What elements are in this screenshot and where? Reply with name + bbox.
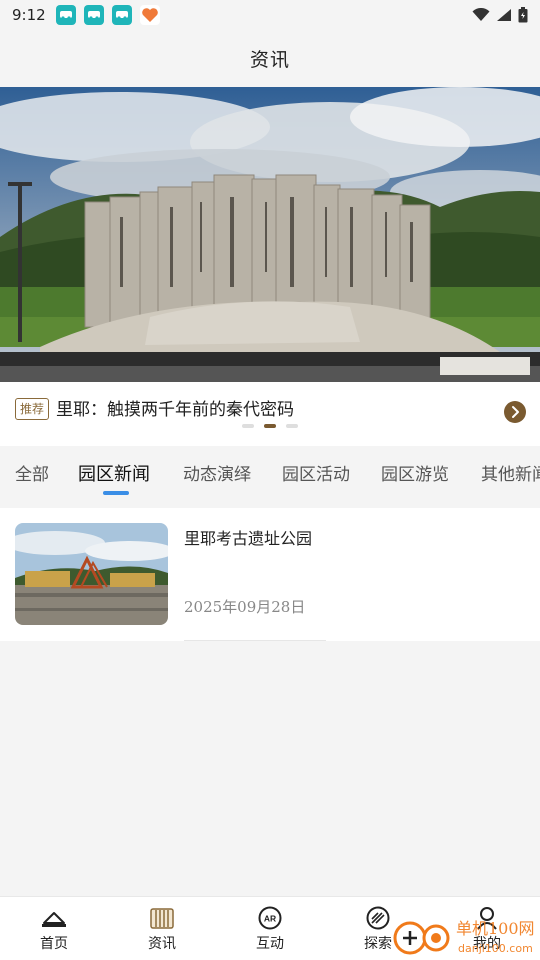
system-status-icons (472, 7, 528, 23)
recommend-row[interactable]: 推荐 里耶：触摸两千年前的秦代密码 (0, 382, 540, 446)
svg-text:AR: AR (264, 914, 276, 924)
profile-icon (477, 907, 497, 930)
tab-park-news[interactable]: 园区新闻 (78, 460, 150, 486)
tab-dynamic-show[interactable]: 动态演绎 (183, 460, 251, 485)
home-icon (42, 912, 66, 927)
nav-news[interactable]: 资讯 (122, 905, 202, 953)
carousel-dot[interactable] (242, 424, 254, 428)
tab-all[interactable]: 全部 (15, 460, 49, 485)
carousel-dots (0, 424, 540, 428)
recommend-title[interactable]: 里耶：触摸两千年前的秦代密码 (56, 395, 294, 420)
news-date: 2025年09月28日 (184, 598, 306, 616)
nav-explore-label: 探索 (364, 936, 392, 952)
tab-park-events[interactable]: 园区活动 (282, 460, 350, 485)
bottom-nav: 首页 资讯 AR 互动 探索 我的 (0, 896, 540, 960)
nav-explore[interactable]: 探索 (338, 905, 418, 953)
header: 资讯 (0, 30, 540, 86)
active-tab-indicator (103, 491, 129, 495)
explore-icon (366, 906, 390, 930)
nav-home-label: 首页 (40, 936, 68, 952)
banner-image (0, 87, 540, 382)
car-app-notification-icon (55, 5, 76, 25)
carousel-dot-active[interactable] (264, 424, 276, 428)
nav-profile[interactable]: 我的 (447, 905, 527, 953)
nav-interact[interactable]: AR 互动 (230, 905, 310, 953)
nav-home[interactable]: 首页 (14, 905, 94, 953)
page-title: 资讯 (249, 48, 290, 71)
news-thumbnail (15, 523, 168, 625)
signal-icon (497, 9, 511, 21)
wifi-icon (472, 8, 490, 21)
recommend-badge: 推荐 (15, 398, 50, 420)
status-time: 9:12 (12, 6, 46, 24)
news-title[interactable]: 里耶考古遗址公园 (184, 525, 312, 549)
status-bar: 9:12 (0, 0, 540, 30)
heart-app-notification-icon (139, 5, 160, 25)
banner-carousel[interactable] (0, 87, 540, 382)
car-app-notification-icon (111, 5, 132, 25)
nav-interact-label: 互动 (256, 936, 284, 952)
chevron-right-icon[interactable] (504, 401, 526, 423)
tab-other-news[interactable]: 其他新闻 (481, 460, 540, 485)
divider (184, 640, 326, 641)
nav-news-label: 资讯 (148, 936, 176, 952)
news-list: 里耶考古遗址公园 2025年09月28日 (0, 508, 540, 641)
ar-icon: AR (258, 906, 282, 930)
nav-profile-label: 我的 (473, 936, 501, 952)
category-tabs: 全部 园区新闻 动态演绎 园区活动 园区游览 其他新闻 (0, 446, 540, 508)
battery-icon (518, 7, 528, 23)
carousel-dot[interactable] (286, 424, 298, 428)
tab-park-tour[interactable]: 园区游览 (381, 460, 449, 485)
car-app-notification-icon (83, 5, 104, 25)
news-icon (150, 908, 174, 929)
